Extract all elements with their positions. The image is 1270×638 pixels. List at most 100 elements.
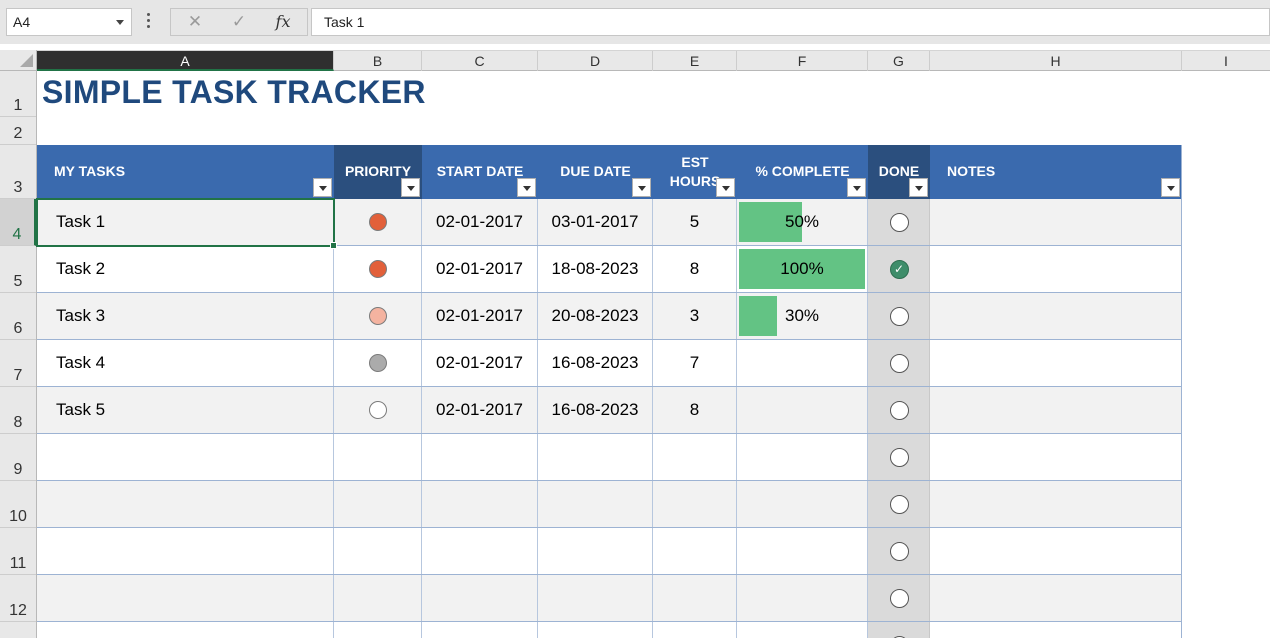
row-header-6[interactable]: 6 xyxy=(0,293,36,340)
done-cell[interactable] xyxy=(868,340,930,386)
est-hours-cell[interactable] xyxy=(653,575,737,621)
name-box[interactable]: A4 xyxy=(6,8,132,36)
task-name-cell[interactable]: Task 4 xyxy=(37,340,334,386)
empty-circle-icon[interactable] xyxy=(889,213,909,232)
empty-circle-icon[interactable] xyxy=(889,589,909,608)
notes-cell[interactable] xyxy=(930,528,1182,574)
notes-cell[interactable] xyxy=(930,575,1182,621)
due-date-cell[interactable] xyxy=(538,528,653,574)
enter-icon[interactable]: ✓ xyxy=(221,9,257,35)
header-est-hours[interactable]: EST HOURS xyxy=(653,145,737,199)
est-hours-cell[interactable]: 8 xyxy=(653,387,737,433)
notes-cell[interactable] xyxy=(930,199,1182,245)
row-header-3[interactable]: 3 xyxy=(0,145,36,199)
more-options-icon[interactable] xyxy=(146,13,152,31)
row-header-11[interactable]: 11 xyxy=(0,528,36,575)
sheet-title[interactable]: SIMPLE TASK TRACKER xyxy=(42,74,426,111)
percent-complete-cell[interactable] xyxy=(737,387,868,433)
fill-handle[interactable] xyxy=(330,242,337,249)
priority-cell[interactable] xyxy=(334,575,422,621)
est-hours-cell[interactable]: 3 xyxy=(653,293,737,339)
empty-circle-icon[interactable] xyxy=(889,448,909,467)
priority-cell[interactable] xyxy=(334,387,422,433)
column-header-a[interactable]: A xyxy=(37,51,334,71)
row-header-2[interactable]: 2 xyxy=(0,117,36,145)
column-header-c[interactable]: C xyxy=(422,51,538,71)
header-my-tasks[interactable]: MY TASKS xyxy=(37,145,334,199)
empty-circle-icon[interactable] xyxy=(889,354,909,373)
start-date-cell[interactable] xyxy=(422,434,538,480)
filter-dropdown-icon[interactable] xyxy=(517,178,536,197)
header-notes[interactable]: NOTES xyxy=(930,145,1182,199)
due-date-cell[interactable] xyxy=(538,434,653,480)
est-hours-cell[interactable] xyxy=(653,528,737,574)
done-cell[interactable] xyxy=(868,387,930,433)
column-header-f[interactable]: F xyxy=(737,51,868,71)
row-header-4[interactable]: 4 xyxy=(0,199,36,246)
priority-cell[interactable] xyxy=(334,199,422,245)
priority-cell[interactable] xyxy=(334,293,422,339)
done-cell[interactable] xyxy=(868,293,930,339)
row-header-1[interactable]: 1 xyxy=(0,71,36,117)
est-hours-cell[interactable] xyxy=(653,622,737,638)
start-date-cell[interactable] xyxy=(422,622,538,638)
est-hours-cell[interactable]: 7 xyxy=(653,340,737,386)
column-header-i[interactable]: I xyxy=(1182,51,1270,71)
est-hours-cell[interactable] xyxy=(653,481,737,527)
column-header-g[interactable]: G xyxy=(868,51,930,71)
done-cell[interactable] xyxy=(868,622,930,638)
percent-complete-cell[interactable] xyxy=(737,434,868,480)
formula-input[interactable]: Task 1 xyxy=(311,8,1270,36)
start-date-cell[interactable] xyxy=(422,528,538,574)
chevron-down-icon[interactable] xyxy=(116,20,124,25)
percent-complete-cell[interactable] xyxy=(737,575,868,621)
est-hours-cell[interactable]: 5 xyxy=(653,199,737,245)
empty-circle-icon[interactable] xyxy=(889,401,909,420)
task-name-cell[interactable]: Task 5 xyxy=(37,387,334,433)
header-due-date[interactable]: DUE DATE xyxy=(538,145,653,199)
task-name-cell[interactable]: Task 1 xyxy=(37,199,334,245)
filter-dropdown-icon[interactable] xyxy=(847,178,866,197)
filter-dropdown-icon[interactable] xyxy=(313,178,332,197)
start-date-cell[interactable]: 02-01-2017 xyxy=(422,246,538,292)
priority-cell[interactable] xyxy=(334,434,422,480)
filter-dropdown-icon[interactable] xyxy=(909,178,928,197)
done-cell[interactable] xyxy=(868,481,930,527)
priority-cell[interactable] xyxy=(334,528,422,574)
header-percent-complete[interactable]: % COMPLETE xyxy=(737,145,868,199)
row-header-12[interactable]: 12 xyxy=(0,575,36,622)
column-header-b[interactable]: B xyxy=(334,51,422,71)
column-header-e[interactable]: E xyxy=(653,51,737,71)
priority-cell[interactable] xyxy=(334,622,422,638)
due-date-cell[interactable] xyxy=(538,575,653,621)
header-done[interactable]: DONE xyxy=(868,145,930,199)
start-date-cell[interactable]: 02-01-2017 xyxy=(422,199,538,245)
percent-complete-cell[interactable] xyxy=(737,528,868,574)
checked-circle-icon[interactable]: ✓ xyxy=(889,260,909,279)
empty-circle-icon[interactable] xyxy=(889,307,909,326)
filter-dropdown-icon[interactable] xyxy=(401,178,420,197)
percent-complete-cell[interactable] xyxy=(737,340,868,386)
row-header-9[interactable]: 9 xyxy=(0,434,36,481)
done-cell[interactable] xyxy=(868,528,930,574)
row-header-5[interactable]: 5 xyxy=(0,246,36,293)
priority-cell[interactable] xyxy=(334,246,422,292)
percent-complete-cell[interactable] xyxy=(737,622,868,638)
percent-complete-cell[interactable]: 50% xyxy=(737,199,868,245)
notes-cell[interactable] xyxy=(930,481,1182,527)
task-name-cell[interactable] xyxy=(37,575,334,621)
due-date-cell[interactable]: 16-08-2023 xyxy=(538,387,653,433)
priority-cell[interactable] xyxy=(334,340,422,386)
start-date-cell[interactable]: 02-01-2017 xyxy=(422,293,538,339)
filter-dropdown-icon[interactable] xyxy=(716,178,735,197)
notes-cell[interactable] xyxy=(930,622,1182,638)
header-priority[interactable]: PRIORITY xyxy=(334,145,422,199)
insert-function-icon[interactable]: fx xyxy=(265,9,301,35)
due-date-cell[interactable]: 18-08-2023 xyxy=(538,246,653,292)
percent-complete-cell[interactable]: 100% xyxy=(737,246,868,292)
percent-complete-cell[interactable]: 30% xyxy=(737,293,868,339)
row-header-10[interactable]: 10 xyxy=(0,481,36,528)
task-name-cell[interactable]: Task 3 xyxy=(37,293,334,339)
notes-cell[interactable] xyxy=(930,293,1182,339)
notes-cell[interactable] xyxy=(930,434,1182,480)
